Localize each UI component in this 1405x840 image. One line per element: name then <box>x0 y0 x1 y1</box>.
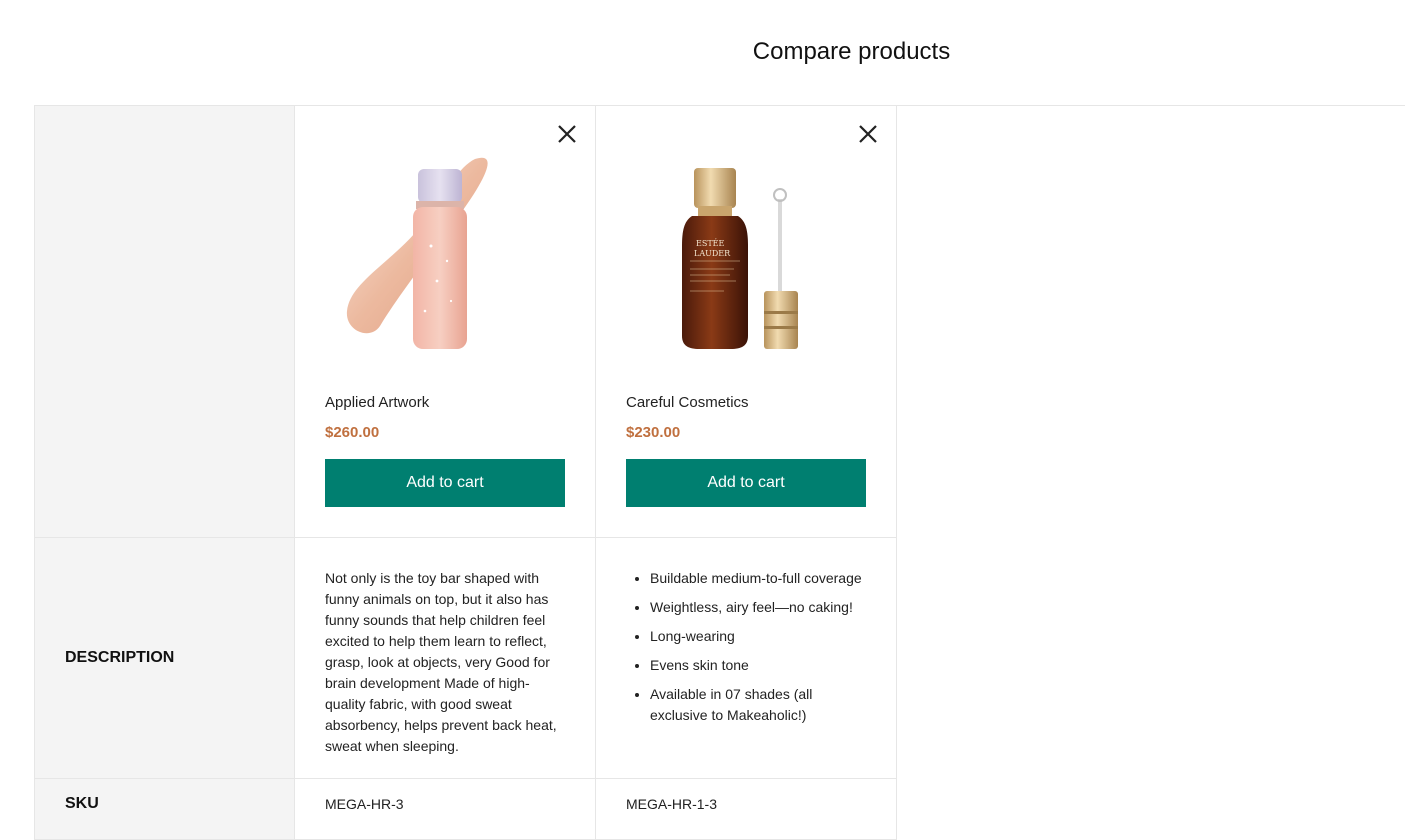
product-image[interactable] <box>325 151 565 351</box>
description-list-item: Long-wearing <box>650 626 872 647</box>
product-card-1: Applied Artwork $260.00 Add to cart <box>294 105 596 538</box>
description-cell: Buildable medium-to-full coverage Weight… <box>595 537 897 779</box>
product-sku: MEGA-HR-3 <box>325 796 404 812</box>
product-price: $260.00 <box>325 424 380 441</box>
description-label: DESCRIPTION <box>65 649 175 666</box>
product-sku: MEGA-HR-1-3 <box>626 796 718 812</box>
sku-label: SKU <box>65 795 99 812</box>
remove-product-button[interactable] <box>857 123 879 145</box>
product-description-list: Buildable medium-to-full coverage Weight… <box>596 538 896 726</box>
product-row: Applied Artwork $260.00 Add to cart ESTÉ… <box>34 105 897 538</box>
sku-cell: MEGA-HR-3 <box>294 778 596 840</box>
product-name[interactable]: Applied Artwork <box>325 394 429 411</box>
sku-cell: MEGA-HR-1-3 <box>595 778 897 840</box>
description-list-item: Buildable medium-to-full coverage <box>650 568 872 589</box>
product-name[interactable]: Careful Cosmetics <box>626 394 749 411</box>
compare-table: Applied Artwork $260.00 Add to cart ESTÉ… <box>34 105 897 840</box>
description-cell: Not only is the toy bar shaped with funn… <box>294 537 596 779</box>
bottle-brand-text: LAUDER <box>694 249 731 258</box>
product-label-cell <box>34 105 295 538</box>
sku-row: SKU MEGA-HR-3 MEGA-HR-1-3 <box>34 778 897 840</box>
description-list-item: Available in 07 shades (all exclusive to… <box>650 684 872 726</box>
product-card-2: ESTÉE LAUDER Careful Cosmetics $230.00 A… <box>595 105 897 538</box>
description-list-item: Weightless, airy feel—no caking! <box>650 597 872 618</box>
sku-label-cell: SKU <box>34 778 295 840</box>
page-title: Compare products <box>752 38 951 65</box>
product-price: $230.00 <box>626 424 681 441</box>
product-description: Not only is the toy bar shaped with funn… <box>325 570 557 754</box>
add-to-cart-button[interactable]: Add to cart <box>325 459 565 507</box>
product-image[interactable]: ESTÉE LAUDER <box>626 151 866 351</box>
bottle-brand-text: ESTÉE <box>696 239 724 248</box>
close-icon <box>859 125 877 143</box>
description-label-cell: DESCRIPTION <box>34 537 295 779</box>
description-list-item: Evens skin tone <box>650 655 872 676</box>
add-to-cart-button[interactable]: Add to cart <box>626 459 866 507</box>
remove-product-button[interactable] <box>556 123 578 145</box>
description-row: DESCRIPTION Not only is the toy bar shap… <box>34 537 897 779</box>
close-icon <box>558 125 576 143</box>
